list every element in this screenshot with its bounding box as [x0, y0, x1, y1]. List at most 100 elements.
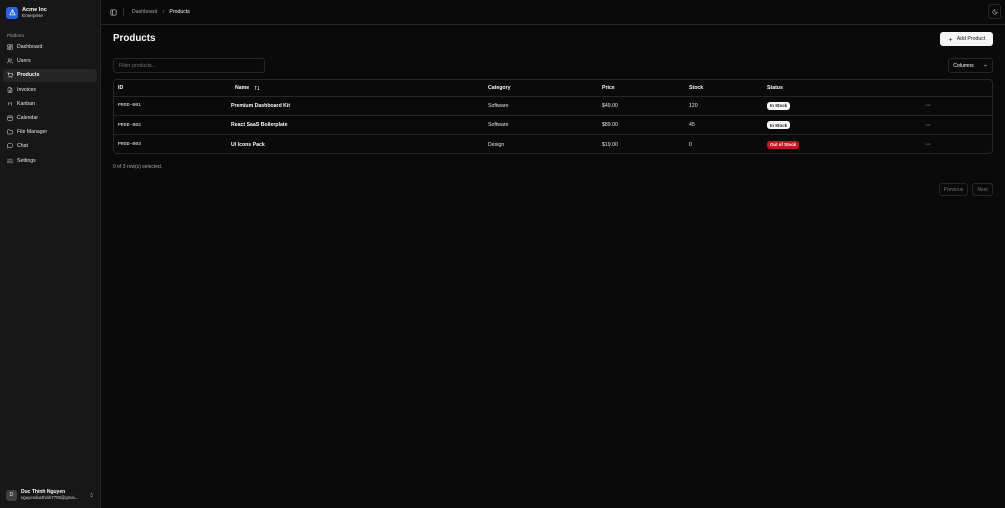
sidebar-item-calendar[interactable]: Calendar [3, 112, 97, 124]
shopping-cart-icon [7, 72, 13, 79]
header-category: Category [484, 80, 598, 97]
cell-status: In Stock [763, 115, 921, 136]
products-content: Products Add Product Columns [101, 25, 1005, 508]
main: Dashboard › Products Products Add Produc… [101, 0, 1005, 508]
topbar-divider [123, 8, 124, 16]
cell-stock: 120 [685, 96, 763, 116]
table-row[interactable]: PROD-002 React SaaS Boilerplate Software… [114, 115, 992, 136]
theme-toggle-button[interactable] [988, 4, 1001, 19]
sort-name-button[interactable]: Name [231, 85, 260, 91]
cell-id: PROD-001 [114, 96, 227, 116]
header-stock: Stock [685, 80, 763, 97]
add-product-label: Add Product [956, 36, 986, 42]
file-text-icon [7, 86, 13, 93]
arrow-up-down-icon [254, 85, 260, 91]
settings-icon [7, 158, 13, 163]
cell-category: Software [484, 96, 598, 116]
avatar: D [6, 489, 17, 501]
sidebar-toggle-button[interactable] [109, 8, 117, 16]
breadcrumb-current: Products [169, 9, 190, 15]
sidebar-item-label: Users [17, 58, 31, 65]
sidebar-item-label: Invoices [17, 86, 37, 93]
chevron-down-icon [983, 64, 987, 67]
chevrons-up-down-icon [90, 492, 93, 498]
panel-left-icon [110, 9, 116, 15]
users-icon [7, 58, 13, 64]
table-row[interactable]: PROD-001 Premium Dashboard Kit Software … [114, 96, 992, 116]
sidebar: Acme Inc Enterprise Platform Dashboard U… [0, 0, 101, 508]
sidebar-item-invoices[interactable]: Invoices [3, 84, 97, 96]
chevron-right-icon: › [162, 9, 165, 15]
layout-dashboard-icon [7, 44, 13, 50]
pagination: Previous Next [939, 183, 993, 196]
cell-stock: 0 [689, 141, 692, 148]
brand-text: Acme Inc Enterprise [22, 7, 47, 19]
sidebar-item-kanban[interactable]: Kanban [3, 98, 97, 110]
cell-actions: ··· [921, 115, 992, 136]
products-table: ID Name Category Price Stock Status PROD… [113, 79, 993, 154]
cell-name: UI Icons Pack [231, 141, 265, 148]
sidebar-item-label: Products [17, 72, 40, 79]
sidebar-item-products[interactable]: Products [3, 69, 97, 82]
table-header-row: ID Name Category Price Stock Status [114, 80, 992, 97]
more-horizontal-icon[interactable]: ··· [925, 122, 931, 129]
cell-price: $89.00 [598, 115, 685, 136]
cell-status: Out of Stock [763, 135, 921, 154]
message-square-icon [7, 143, 13, 150]
more-horizontal-icon[interactable]: ··· [925, 102, 931, 109]
status-badge: In Stock [767, 101, 791, 110]
header-status: Status [763, 80, 921, 97]
user-menu[interactable]: D Duc Thinh Nguyen nguyenducthinh7705@gm… [3, 487, 97, 503]
status-badge: Out of Stock [767, 140, 800, 149]
sidebar-item-label: Kanban [17, 100, 35, 107]
header-name: Name [227, 80, 484, 97]
sidebar-item-users[interactable]: Users [3, 55, 97, 67]
kanban-icon [8, 102, 12, 106]
previous-page-button[interactable]: Previous [939, 183, 968, 196]
brand-logo-icon [6, 6, 18, 19]
columns-label: Columns [953, 62, 974, 69]
sidebar-item-label: Calendar [17, 115, 39, 122]
sidebar-item-label: Settings [17, 157, 36, 164]
table-row[interactable]: PROD-003 UI Icons Pack Design $19.00 0 O… [114, 135, 992, 154]
sidebar-item-settings[interactable]: Settings [3, 155, 97, 167]
app-root: Acme Inc Enterprise Platform Dashboard U… [0, 0, 1005, 508]
header-name-label: Name [235, 84, 250, 91]
cell-id: PROD-002 [114, 115, 227, 136]
status-badge: In Stock [767, 121, 791, 130]
topbar: Dashboard › Products [101, 0, 1005, 25]
cell-category: Design [488, 141, 505, 148]
sidebar-item-dashboard[interactable]: Dashboard [3, 41, 97, 53]
more-horizontal-icon[interactable]: ··· [925, 141, 931, 148]
cell-price: $49.00 [598, 96, 685, 116]
cell-actions: ··· [921, 96, 992, 116]
header-price: Price [598, 80, 685, 97]
cell-price: $19.00 [602, 141, 618, 148]
cell-category: Software [484, 115, 598, 136]
page-title: Products [113, 33, 156, 44]
cell-id: PROD-003 [118, 142, 142, 148]
add-product-button[interactable]: Add Product [940, 32, 993, 46]
header-id: ID [114, 80, 227, 97]
sidebar-nav: Dashboard Users Products Invoices Kanban… [0, 41, 100, 167]
breadcrumb: Dashboard › Products [132, 9, 190, 15]
cell-status: In Stock [763, 96, 921, 116]
next-page-button[interactable]: Next [972, 183, 993, 196]
sidebar-item-label: File Manager [17, 129, 48, 136]
user-info: Duc Thinh Nguyen nguyenducthinh7705@gmai… [21, 489, 85, 500]
user-email: nguyenducthinh7705@gmai... [21, 495, 79, 501]
selection-count: 0 of 3 row(s) selected. [113, 164, 163, 170]
moon-icon [992, 8, 998, 14]
columns-button[interactable]: Columns [948, 58, 993, 73]
breadcrumb-link-dashboard[interactable]: Dashboard [132, 9, 157, 15]
calendar-icon [7, 115, 13, 121]
brand[interactable]: Acme Inc Enterprise [0, 0, 100, 25]
filter-products-input[interactable] [113, 58, 265, 73]
cell-name: React SaaS Boilerplate [227, 115, 484, 136]
header-actions [921, 80, 992, 97]
folder-icon [7, 129, 13, 135]
sidebar-item-file-manager[interactable]: File Manager [3, 126, 97, 138]
plus-icon [948, 37, 952, 41]
sidebar-group-label: Platform [7, 33, 25, 38]
sidebar-item-chat[interactable]: Chat [3, 140, 97, 152]
